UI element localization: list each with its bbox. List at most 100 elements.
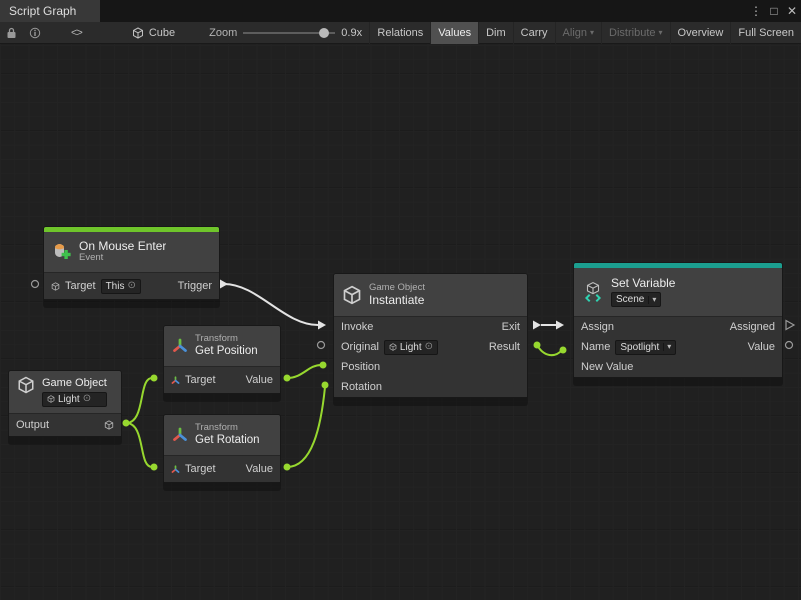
node-ports: Assign Assigned Name Spotlight ▾ Value N…: [574, 316, 782, 377]
node-on-mouse-enter[interactable]: On Mouse Enter Event Target This ⊙ Trigg…: [43, 226, 220, 300]
port-exit-output[interactable]: [533, 321, 541, 330]
variable-scope-dropdown[interactable]: Scene ▾: [611, 292, 661, 307]
original-object-field[interactable]: Light ⊙: [384, 340, 438, 355]
object-picker-icon[interactable]: ⊙: [425, 342, 433, 352]
node-header: Transform Get Position: [164, 326, 280, 366]
cube-icon: [17, 376, 35, 394]
node-gameobject-variable[interactable]: Game Object Light ⊙ Output: [8, 370, 122, 437]
node-instantiate[interactable]: Game Object Instantiate Invoke Exit Orig…: [333, 273, 528, 398]
graph-toolbar: <> Cube Zoom 0.9x Relations Values Dim C…: [0, 22, 801, 44]
port-instantiate-original[interactable]: [318, 342, 325, 349]
port-instantiate-result[interactable]: [534, 342, 541, 349]
target-object-field[interactable]: This ⊙: [101, 279, 141, 294]
output-port-label: Output: [16, 419, 49, 431]
zoom-slider-handle[interactable]: [319, 28, 329, 38]
graph-canvas[interactable]: On Mouse Enter Event Target This ⊙ Trigg…: [0, 44, 801, 600]
port-row-target-value: Target Value: [164, 367, 280, 393]
graph-context[interactable]: Cube: [132, 27, 175, 39]
maximize-icon[interactable]: □: [765, 0, 783, 22]
node-ports: Target Value: [164, 366, 280, 393]
node-title: Set Variable: [611, 277, 675, 291]
graph-context-label: Cube: [149, 27, 175, 39]
port-row-rotation: Rotation: [334, 377, 527, 397]
object-picker-icon[interactable]: ⊙: [83, 394, 91, 404]
target-port-label: Target: [65, 280, 96, 292]
port-assign-input[interactable]: [556, 321, 564, 330]
name-port-label: Name: [581, 341, 610, 353]
node-header: Transform Get Rotation: [164, 415, 280, 455]
align-button[interactable]: Align▾: [555, 22, 601, 44]
port-getrotation-target[interactable]: [151, 464, 158, 471]
port-instantiate-position[interactable]: [320, 362, 327, 369]
port-setvariable-newvalue[interactable]: [560, 347, 567, 354]
node-ports: Target Value: [164, 455, 280, 482]
node-header: Set Variable Scene ▾: [574, 268, 782, 316]
node-header: Game Object Instantiate: [334, 274, 527, 316]
port-assigned-output[interactable]: [786, 321, 794, 330]
zoom-slider[interactable]: [243, 27, 335, 39]
variable-name-dropdown[interactable]: Spotlight ▾: [615, 340, 676, 355]
zoom-value: 0.9x: [341, 27, 362, 39]
code-icon[interactable]: <>: [65, 22, 88, 44]
chevron-down-icon: ▾: [663, 343, 671, 351]
toolbar-buttons: Relations Values Dim Carry Align▾ Distri…: [369, 22, 801, 44]
wire-output-to-getrotation-target: [126, 423, 152, 467]
variable-icon: [582, 281, 604, 303]
wire-getposition-value-to-position: [287, 365, 321, 378]
values-button[interactable]: Values: [430, 22, 478, 44]
variable-object-field[interactable]: Light ⊙: [42, 392, 107, 407]
target-port-label: Target: [185, 463, 216, 475]
distribute-button[interactable]: Distribute▾: [601, 22, 669, 44]
exit-port-label: Exit: [502, 321, 520, 333]
inspect-icon[interactable]: [23, 22, 47, 44]
node-ports: Invoke Exit Original Light ⊙ Result: [334, 316, 527, 397]
trigger-port-label: Trigger: [178, 280, 212, 292]
node-get-rotation[interactable]: Transform Get Rotation Target Valu: [163, 414, 281, 483]
lock-icon[interactable]: [0, 22, 23, 44]
zoom-control: Zoom 0.9x: [209, 27, 362, 39]
tab-script-graph[interactable]: Script Graph: [0, 0, 100, 22]
tab-bar-spacer: [100, 0, 747, 22]
transform-icon: [172, 338, 188, 354]
node-title: Get Position: [195, 345, 258, 358]
object-picker-icon[interactable]: ⊙: [127, 281, 135, 291]
port-getrotation-value[interactable]: [284, 464, 291, 471]
overview-button[interactable]: Overview: [670, 22, 731, 44]
node-ports: Target This ⊙ Trigger: [44, 272, 219, 299]
carry-button[interactable]: Carry: [513, 22, 555, 44]
assign-port-label: Assign: [581, 321, 614, 333]
port-getposition-value[interactable]: [284, 375, 291, 382]
node-set-variable[interactable]: Set Variable Scene ▾ Assign Assigned Nam…: [573, 262, 783, 378]
value-port-label: Value: [246, 374, 273, 386]
node-category: Transform: [195, 334, 258, 345]
port-onmouseenter-target[interactable]: [32, 281, 39, 288]
node-category: Transform: [195, 423, 260, 434]
value-port-label: Value: [246, 463, 273, 475]
zoom-label: Zoom: [209, 27, 237, 39]
invoke-port-label: Invoke: [341, 321, 373, 333]
close-icon[interactable]: ✕: [783, 0, 801, 22]
node-header: On Mouse Enter Event: [44, 232, 219, 272]
wire-trigger-to-invoke: [224, 284, 318, 325]
node-title: Game Object: [42, 377, 107, 390]
port-row-position: Position: [334, 357, 527, 377]
result-port-label: Result: [489, 341, 520, 353]
port-trigger-output[interactable]: [220, 280, 228, 289]
port-row-invoke-exit: Invoke Exit: [334, 317, 527, 337]
window-menu-icon[interactable]: ⋮: [747, 0, 765, 22]
port-gameobject-output[interactable]: [123, 420, 130, 427]
wire-getrotation-value-to-rotation: [287, 387, 325, 467]
node-title: On Mouse Enter: [79, 240, 166, 254]
node-ports: Output: [9, 413, 121, 436]
port-setvariable-value[interactable]: [786, 342, 793, 349]
port-instantiate-rotation[interactable]: [322, 382, 329, 389]
node-get-position[interactable]: Transform Get Position Target Valu: [163, 325, 281, 394]
cube-icon: [132, 27, 144, 39]
fullscreen-button[interactable]: Full Screen: [730, 22, 801, 44]
dim-button[interactable]: Dim: [478, 22, 513, 44]
original-port-label: Original: [341, 341, 379, 353]
cube-icon: [389, 343, 397, 351]
tab-title: Script Graph: [9, 4, 76, 18]
port-getposition-target[interactable]: [151, 375, 158, 382]
relations-button[interactable]: Relations: [369, 22, 430, 44]
